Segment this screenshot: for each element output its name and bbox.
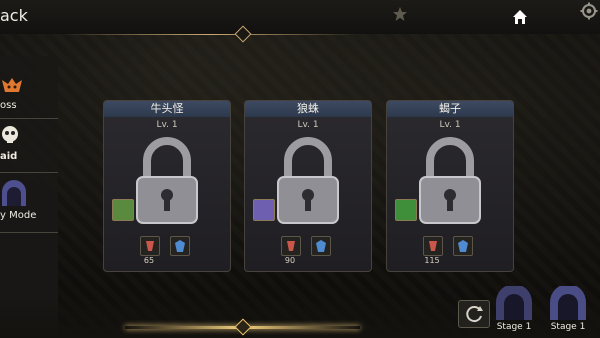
attack-value: 90	[284, 256, 296, 265]
boss-card[interactable]: 蝎子 Lv. 1 115	[386, 100, 514, 272]
attribute-row: 115	[415, 236, 485, 265]
sidebar-divider	[0, 172, 58, 173]
card-title: 狼蛛	[245, 101, 371, 117]
sidebar-item-label: oss	[0, 100, 17, 111]
refresh-button[interactable]	[458, 300, 490, 328]
sidebar-divider	[0, 118, 58, 119]
purple-skill-icon[interactable]	[253, 199, 275, 221]
card-level: Lv. 1	[297, 120, 319, 130]
gate-icon	[550, 284, 586, 320]
boss-icon	[2, 78, 22, 92]
green-skill-icon[interactable]	[112, 199, 134, 221]
sidebar-item-label: y Mode	[0, 210, 37, 221]
lock-icon	[136, 137, 198, 224]
card-level: Lv. 1	[156, 120, 178, 130]
sidebar: oss aid y Mode	[0, 56, 58, 336]
gate-icon	[496, 284, 532, 320]
card-title: 牛头怪	[104, 101, 230, 117]
defense-icon	[453, 236, 473, 256]
attack-value: 115	[424, 256, 440, 265]
defense-icon	[170, 236, 190, 256]
gear-icon[interactable]	[580, 2, 598, 20]
boss-card[interactable]: 狼蛛 Lv. 1 90	[244, 100, 372, 272]
stage-label: Stage 1	[496, 322, 532, 332]
home-icon[interactable]	[511, 8, 529, 26]
sidebar-item-mode[interactable]: y Mode	[0, 180, 58, 226]
refresh-icon	[466, 306, 483, 323]
lock-icon	[419, 137, 481, 224]
attribute-row: 90	[273, 236, 343, 265]
sidebar-divider	[0, 232, 58, 233]
green-ring-skill-icon[interactable]	[395, 199, 417, 221]
top-divider	[60, 34, 360, 35]
boss-card[interactable]: 牛头怪 Lv. 1 65	[103, 100, 231, 272]
sidebar-item-boss[interactable]: oss	[0, 74, 58, 120]
defense-icon	[311, 236, 331, 256]
sidebar-item-raid[interactable]: aid	[0, 124, 58, 170]
card-level: Lv. 1	[439, 120, 461, 130]
sidebar-item-label: aid	[0, 151, 18, 162]
lock-icon	[277, 137, 339, 224]
card-title: 蝎子	[387, 101, 513, 117]
attack-value: 65	[143, 256, 155, 265]
attack-icon	[281, 236, 301, 256]
skull-icon	[2, 126, 18, 143]
attack-icon	[423, 236, 443, 256]
top-bar: ack	[0, 0, 600, 34]
stage-badge[interactable]: Stage 1	[490, 284, 538, 334]
attribute-row: 65	[132, 236, 202, 265]
star-icon[interactable]	[392, 6, 408, 22]
back-button-label[interactable]: ack	[0, 6, 28, 25]
stage-label: Stage 1	[550, 322, 586, 332]
attack-icon	[140, 236, 160, 256]
stage-badge[interactable]: Stage 1	[544, 284, 592, 334]
gate-icon	[2, 180, 26, 206]
